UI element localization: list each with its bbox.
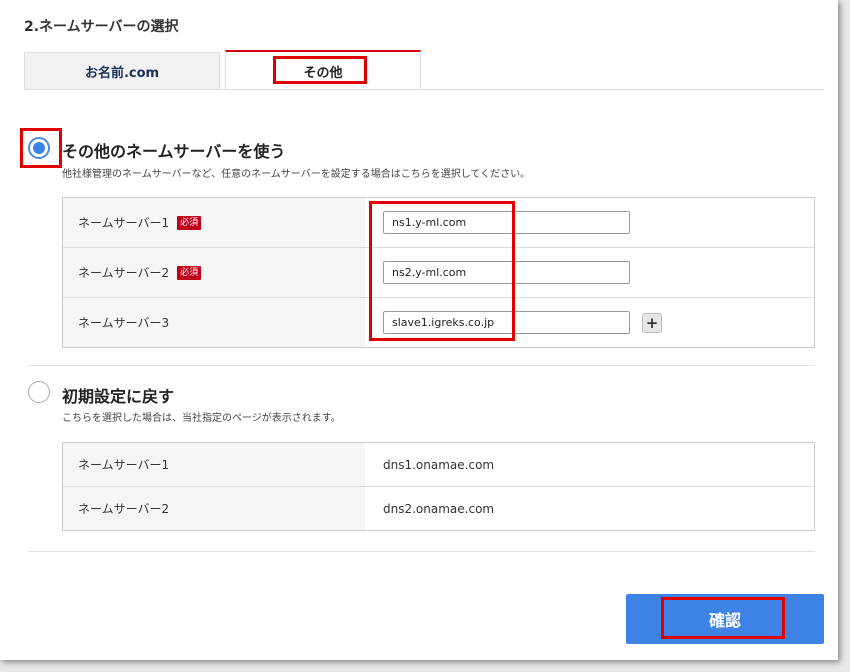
row-value: dns2.onamae.com	[365, 487, 814, 530]
tabs-divider	[24, 89, 824, 90]
plus-icon[interactable]: +	[642, 312, 662, 333]
radio-highlight-box	[20, 128, 62, 168]
option-default-title: 初期設定に戻す	[62, 387, 175, 406]
option-default-desc: こちらを選択した場合は、当社指定のページが表示されます。	[62, 413, 341, 424]
nameserver2-label: ネームサーバー2	[78, 266, 170, 280]
section-divider	[28, 365, 815, 366]
tab-highlight-box	[273, 56, 367, 84]
table-row: ネームサーバー2 dns2.onamae.com	[63, 487, 814, 530]
default-ns2-label: ネームサーバー2	[78, 502, 170, 516]
table-row: ネームサーバー1 dns1.onamae.com	[63, 443, 814, 487]
row-label: ネームサーバー3	[63, 298, 365, 347]
default-ns1-value: dns1.onamae.com	[383, 457, 495, 472]
radio-default-nameserver[interactable]	[28, 381, 50, 403]
default-nameserver-table: ネームサーバー1 dns1.onamae.com ネームサーバー2 dns2.o…	[62, 442, 815, 531]
tab-onamae[interactable]: お名前.com	[24, 52, 220, 89]
inputs-highlight-box	[369, 201, 515, 341]
nameserver-panel: 2.ネームサーバーの選択 お名前.com その他 その他のネームサーバーを使う …	[0, 0, 838, 660]
row-label: ネームサーバー2	[63, 487, 365, 530]
nameserver3-label: ネームサーバー3	[78, 316, 170, 330]
confirm-highlight-box	[661, 597, 785, 639]
tab-onamae-label: お名前.com	[84, 65, 160, 81]
default-ns2-value: dns2.onamae.com	[383, 501, 495, 516]
option-other-desc: 他社様管理のネームサーバーなど、任意のネームサーバーを設定する場合はこちらを選択…	[62, 169, 531, 180]
row-label: ネームサーバー2 必須	[63, 248, 365, 297]
option-other-title: その他のネームサーバーを使う	[62, 142, 286, 161]
row-label: ネームサーバー1	[63, 443, 365, 486]
row-label: ネームサーバー1 必須	[63, 198, 365, 247]
required-badge: 必須	[177, 215, 202, 230]
section-divider	[28, 551, 815, 552]
default-ns1-label: ネームサーバー1	[78, 458, 170, 472]
section-title: 2.ネームサーバーの選択	[24, 19, 179, 35]
required-badge: 必須	[177, 265, 202, 280]
nameserver1-label: ネームサーバー1	[78, 216, 170, 230]
row-value: dns1.onamae.com	[365, 443, 814, 486]
